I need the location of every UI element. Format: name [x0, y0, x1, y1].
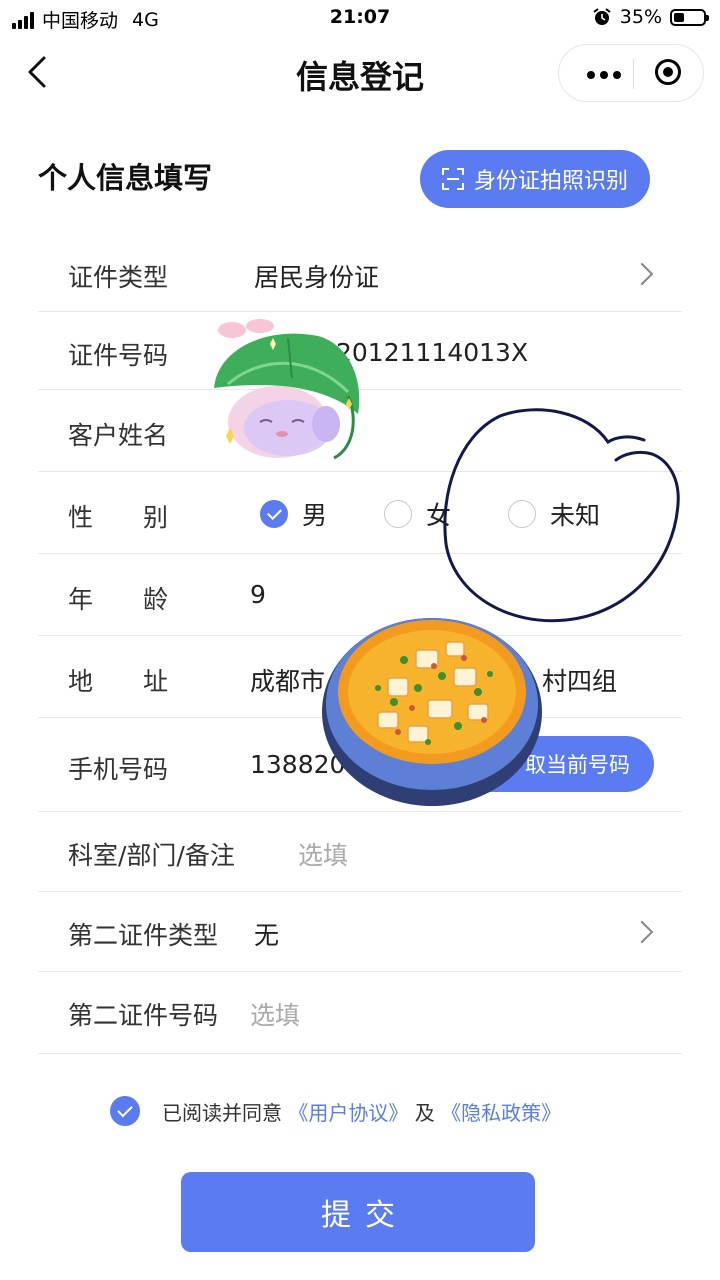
submit-button[interactable]: 提交: [181, 1172, 535, 1252]
second-id-number-input[interactable]: 选填: [250, 996, 300, 1032]
gender-option-male[interactable]: 男: [260, 496, 327, 532]
name-label: 客户姓名: [68, 421, 169, 450]
battery-icon: [670, 8, 709, 26]
chevron-right-icon: [630, 920, 654, 944]
soup-bowl-sticker-icon: [322, 618, 542, 806]
section-title: 个人信息填写: [38, 161, 213, 195]
second-id-number-label: 第二证件号码: [68, 1001, 219, 1030]
radio-unchecked-icon: [384, 500, 412, 528]
status-right: 35%: [592, 6, 709, 28]
scan-frame-icon: [441, 168, 464, 190]
address-input-start[interactable]: 成都市: [250, 662, 325, 698]
address-input-end[interactable]: 村四组: [542, 662, 617, 698]
age-input[interactable]: 9: [250, 580, 266, 609]
chevron-right-icon: [630, 262, 654, 286]
battery-percent: 35%: [619, 6, 662, 28]
bunny-leaf-sticker-icon: [214, 319, 360, 460]
more-dots-icon[interactable]: [587, 71, 621, 79]
target-circle-icon[interactable]: [655, 59, 681, 85]
phone-label: 手机号码: [68, 755, 169, 784]
dept-input[interactable]: 选填: [298, 836, 348, 872]
id-type-row[interactable]: 证件类型 居民身份证: [38, 234, 682, 312]
alarm-clock-icon: [593, 8, 611, 25]
mini-program-capsule: [558, 44, 704, 102]
agreement-and: 及: [414, 1100, 435, 1125]
id-number-label: 证件号码: [68, 341, 169, 370]
status-bar: 中国移动 4G 21:07 35%: [0, 0, 720, 36]
dept-label: 科室/部门/备注: [68, 841, 235, 870]
agreement-row: 已阅读并同意 《用户协议》 及 《隐私政策》: [110, 1096, 561, 1126]
gender-label: 性 别: [68, 503, 169, 532]
user-agreement-link[interactable]: 《用户协议》: [288, 1101, 408, 1125]
second-id-type-label: 第二证件类型: [68, 921, 219, 950]
second-id-type-row[interactable]: 第二证件类型 无: [38, 892, 682, 972]
age-label: 年 龄: [68, 585, 169, 614]
agreement-checkbox-icon[interactable]: [110, 1096, 140, 1126]
nav-bar: 信息登记: [0, 40, 720, 106]
capsule-divider: [633, 59, 634, 89]
radio-checked-icon: [260, 500, 288, 528]
id-type-label: 证件类型: [68, 263, 169, 292]
second-id-type-value: 无: [254, 921, 280, 950]
gender-option-label: 男: [302, 501, 328, 530]
hand-drawn-circle-annotation: [443, 408, 680, 623]
agreement-text: 已阅读并同意: [162, 1100, 282, 1125]
id-type-value: 居民身份证: [254, 263, 380, 292]
second-id-number-row: 第二证件号码 选填: [38, 972, 682, 1054]
scan-button-label: 身份证拍照识别: [473, 169, 628, 194]
address-label: 地 址: [68, 667, 169, 696]
privacy-policy-link[interactable]: 《隐私政策》: [441, 1101, 561, 1125]
dept-row: 科室/部门/备注 选填: [38, 812, 682, 892]
id-card-scan-button[interactable]: 身份证拍照识别: [420, 150, 650, 208]
